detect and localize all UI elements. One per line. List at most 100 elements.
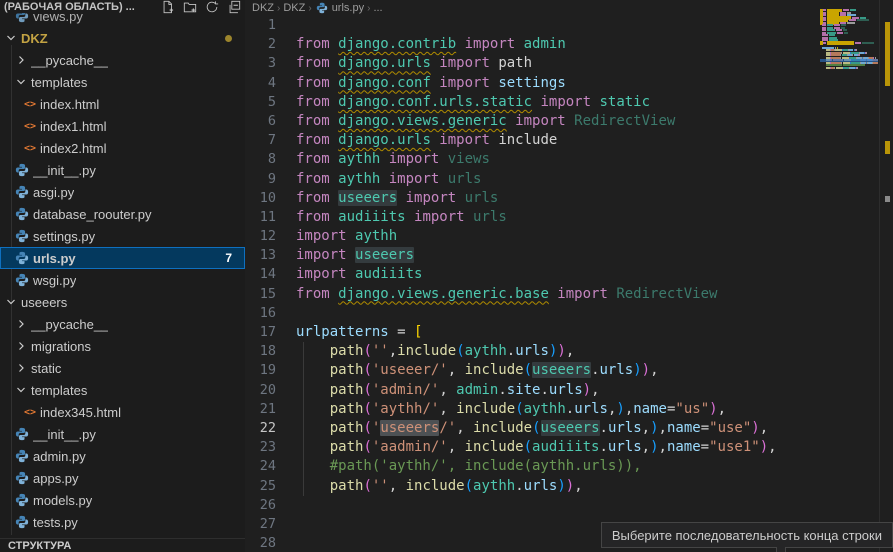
file-label: models.py [33,493,92,508]
file-tree-item-static[interactable]: static [0,357,245,379]
line-content: path('admin/', admin.site.urls), [296,381,600,400]
line-number: 22 [245,419,276,438]
line-number: 6 [245,112,276,131]
line-content: from aythh import views [296,150,490,169]
code-line-16[interactable]: 16 [245,304,835,323]
line-content: from aythh import urls [296,170,481,189]
file-label: wsgi.py [33,273,76,288]
code-line-20[interactable]: 20 path('admin/', admin.site.urls), [245,381,835,400]
file-tree-item-useeers[interactable]: useeers [0,291,245,313]
code-line-8[interactable]: 8from aythh import views [245,150,835,169]
code-line-24[interactable]: 24 #path('aythh/', include(aythh.urls)), [245,457,835,476]
file-tree-item-templates[interactable]: templates [0,71,245,93]
code-line-19[interactable]: 19 path('useeer/', include(useeers.urls)… [245,361,835,380]
file-tree-item-settings-py[interactable]: settings.py [0,225,245,247]
outline-section-header[interactable]: СТРУКТУРА [0,538,245,552]
code-line-13[interactable]: 13import useeers [245,246,835,265]
line-number: 7 [245,131,276,150]
file-tree-item-templates[interactable]: templates [0,379,245,401]
collapse-all-icon[interactable] [227,0,241,14]
editor-area: DKZ›DKZ›urls.py›... 12from django.contri… [245,0,893,552]
ruler-marker [885,22,890,86]
file-tree-item--init-py[interactable]: __init__.py [0,159,245,181]
code-editor[interactable]: 12 from django.contrib import admin3from … [245,16,835,552]
file-label: templates [31,383,87,398]
file-tree-item--init-py[interactable]: __init__.py [0,423,245,445]
code-line-1[interactable]: 1 [245,16,835,35]
html-icon: <> [24,407,36,418]
breadcrumb-item[interactable]: ... [373,2,382,14]
line-number: 21 [245,400,276,419]
file-label: tests.py [33,515,78,530]
file-tree-item-urls-py[interactable]: urls.py7 [0,247,245,269]
explorer-actions [161,0,241,14]
line-number: 23 [245,438,276,457]
line-number: 26 [245,496,276,515]
code-line-9[interactable]: 9from aythh import urls [245,170,835,189]
workspace-section-header[interactable]: (РАБОЧАЯ ОБЛАСТЬ) ... [0,0,245,13]
breadcrumb-item[interactable]: DKZ [283,2,305,14]
file-tree-item-index-html[interactable]: <>index.html [0,93,245,115]
code-line-22[interactable]: 22 path('useeers/', include(useeers.urls… [245,419,835,438]
file-label: __init__.py [33,427,96,442]
file-tree-item-dkz[interactable]: DKZ [0,27,245,49]
code-line-2[interactable]: 2 from django.contrib import admin [245,35,835,54]
file-tree-item-index1-html[interactable]: <>index1.html [0,115,245,137]
file-tree-item-index345-html[interactable]: <>index345.html [0,401,245,423]
code-line-18[interactable]: 18 path('',include(aythh.urls)), [245,342,835,361]
line-content: from django.views.generic import Redirec… [296,112,675,131]
file-tree-item-admin-py[interactable]: admin.py [0,445,245,467]
code-line-25[interactable]: 25 path('', include(aythh.urls)), [245,477,835,496]
refresh-icon[interactable] [205,0,219,14]
line-content: path('useeer/', include(useeers.urls)), [296,361,659,380]
breadcrumb-item[interactable]: DKZ [252,2,274,14]
line-number: 11 [245,208,276,227]
python-icon [15,515,29,529]
code-line-3[interactable]: 3from django.urls import path [245,54,835,73]
line-number: 25 [245,477,276,496]
line-number: 17 [245,323,276,342]
code-line-11[interactable]: 11from audiiits import urls [245,208,835,227]
file-tree-item-wsgi-py[interactable]: wsgi.py [0,269,245,291]
file-tree-item--pycache-[interactable]: __pycache__ [0,313,245,335]
overview-ruler[interactable] [884,0,891,552]
line-content: from django.conf import settings [296,74,566,93]
file-tree-item-apps-py[interactable]: apps.py [0,467,245,489]
line-number: 2 [245,35,276,54]
python-icon [15,251,29,265]
file-tree-item-index2-html[interactable]: <>index2.html [0,137,245,159]
code-line-4[interactable]: 4from django.conf import settings [245,74,835,93]
vscode-window: (РАБОЧАЯ ОБЛАСТЬ) ... views.pyDKZ__pycac… [0,0,893,552]
code-line-5[interactable]: 5from django.conf.urls.static import sta… [245,93,835,112]
code-line-21[interactable]: 21 path('aythh/', include(aythh.urls,),n… [245,400,835,419]
code-line-7[interactable]: 7from django.urls import include [245,131,835,150]
code-line-26[interactable]: 26 [245,496,835,515]
chevron-right-icon [15,54,27,66]
code-line-10[interactable]: 10from useeers import urls [245,189,835,208]
file-tree-item--pycache-[interactable]: __pycache__ [0,49,245,71]
code-line-6[interactable]: 6 from django.views.generic import Redire… [245,112,835,131]
file-tree-item-migrations[interactable]: migrations [0,335,245,357]
file-tree-item-models-py[interactable]: models.py [0,489,245,511]
code-line-14[interactable]: 14import audiiits [245,265,835,284]
file-tree-item-database-roouter-py[interactable]: database_roouter.py [0,203,245,225]
code-line-15[interactable]: 15from django.views.generic.base import … [245,285,835,304]
code-line-12[interactable]: 12import aythh [245,227,835,246]
python-icon [15,273,29,287]
new-file-icon[interactable] [161,0,175,14]
file-label: urls.py [33,251,76,266]
line-content: from django.contrib import admin [296,35,566,54]
file-tree-item-asgi-py[interactable]: asgi.py [0,181,245,203]
breadcrumb-item[interactable]: urls.py [315,1,364,15]
chevron-right-icon [15,318,27,330]
line-number: 5 [245,93,276,112]
breadcrumb-separator: › [367,3,370,14]
minimap[interactable] [820,0,878,552]
file-label: __init__.py [33,163,96,178]
code-line-23[interactable]: 23 path('aadmin/', include(audiiits.urls… [245,438,835,457]
code-line-17[interactable]: 17urlpatterns = [ [245,323,835,342]
new-folder-icon[interactable] [183,0,197,14]
file-tree-item-tests-py[interactable]: tests.py [0,511,245,533]
python-icon [15,207,29,221]
outline-title: СТРУКТУРА [8,540,71,552]
